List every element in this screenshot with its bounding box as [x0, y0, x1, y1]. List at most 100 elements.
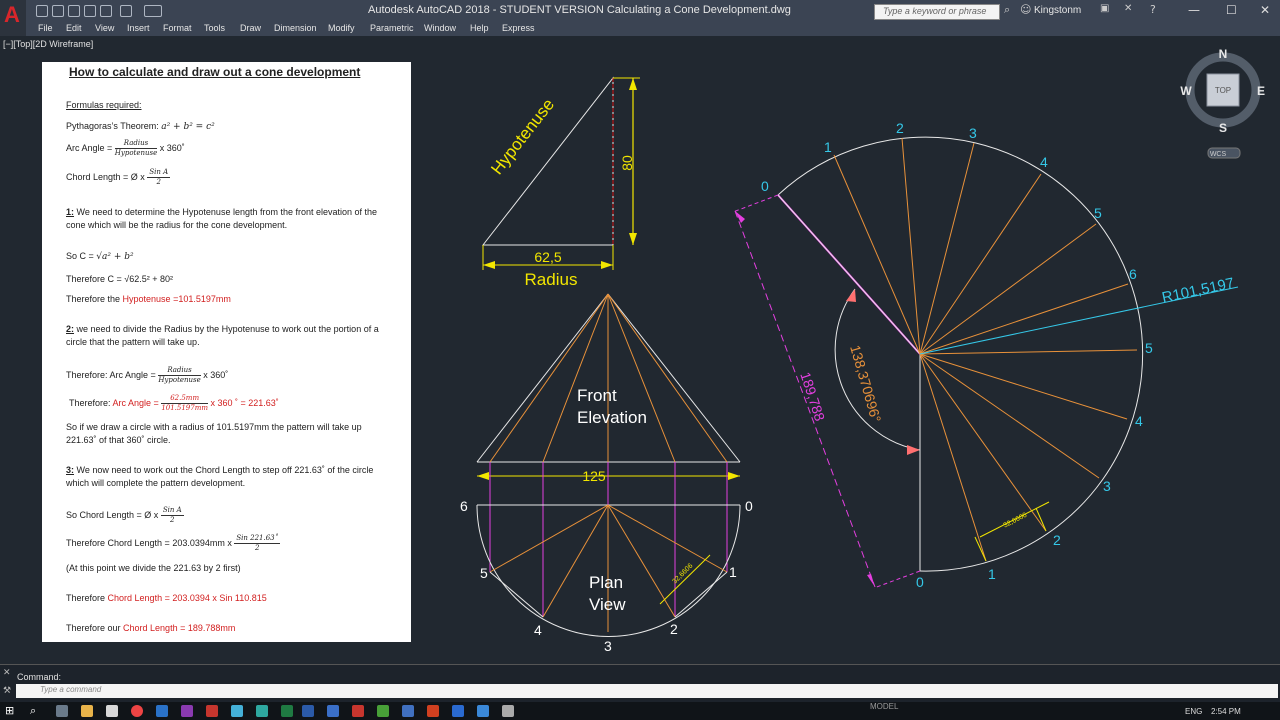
task-view-icon[interactable] — [56, 705, 68, 717]
dev-point-4b: 4 — [1135, 413, 1143, 429]
app2-icon[interactable] — [231, 705, 243, 717]
dev-point-0-top: 0 — [761, 178, 769, 194]
dev-angle-dim: 138,370696° — [847, 343, 884, 424]
plan-point-3: 3 — [604, 638, 612, 654]
dev-point-1b: 1 — [988, 566, 996, 582]
therefore-arc2-den: 101.5197mm — [161, 404, 208, 412]
dev-point-5b: 5 — [1145, 340, 1153, 356]
embedded-document[interactable]: How to calculate and draw out a cone dev… — [42, 62, 411, 642]
therefore-arc2-num: 62.5mm — [161, 394, 208, 404]
so-line-2: 221.63˚ of that 360˚ circle. — [66, 435, 171, 445]
dev-point-2: 2 — [896, 120, 904, 136]
front-label-2: Elevation — [577, 408, 647, 427]
therefore-hyp-label: Therefore the — [66, 294, 123, 304]
command-customize-icon[interactable]: ⚒ — [3, 686, 11, 696]
taskbar: ⊞ ⌕ ENG 2:54 PM — [0, 702, 1280, 720]
app10-icon[interactable] — [502, 705, 514, 717]
step-3-line-1: We now need to work out the Chord Length… — [74, 465, 374, 475]
autocad-taskbar-icon[interactable] — [206, 705, 218, 717]
app7-icon[interactable] — [427, 705, 439, 717]
plan-label-2: View — [589, 595, 626, 614]
hypotenuse-label: Hypotenuse — [487, 95, 558, 178]
compass-n[interactable]: N — [1219, 47, 1228, 61]
therefore-arc-den: Hypotenuse — [158, 376, 201, 384]
compass-e[interactable]: E — [1257, 84, 1265, 98]
chord-numerator: Sin A — [147, 168, 171, 178]
doc-title: How to calculate and draw out a cone dev… — [69, 65, 361, 79]
viewcube-top[interactable]: TOP — [1215, 86, 1231, 95]
triangle-diagram: 80 Hypotenuse 62,5 Radius — [481, 76, 640, 289]
app5-icon[interactable] — [377, 705, 389, 717]
compass-s[interactable]: S — [1219, 121, 1227, 135]
so-chord-den: 2 — [169, 516, 175, 524]
pythagoras-formula: a² + b² = c² — [161, 122, 215, 132]
therefore-arc-label: Therefore: Arc Angle = — [66, 369, 159, 380]
plan-point-2: 2 — [670, 621, 678, 637]
step-1-number: 1: — [66, 207, 75, 217]
chord-length-result: Chord Length = 189.788mm — [123, 623, 236, 633]
dev-point-3b: 3 — [1103, 478, 1111, 494]
dim-diameter: 125 — [582, 468, 606, 484]
dev-point-6: 6 — [1129, 266, 1137, 282]
plan-point-4: 4 — [534, 622, 542, 638]
wcs-label: WCS — [1210, 151, 1227, 158]
hypotenuse-result: Hypotenuse =101.5197mm — [122, 294, 231, 304]
search-icon[interactable]: ⌕ — [30, 704, 36, 718]
compass-w[interactable]: W — [1180, 84, 1192, 98]
therefore-chord-num: Sin 221.63˚ — [234, 534, 281, 544]
plan-view: 32,6606 Plan View 6 0 5 1 4 2 3 — [460, 498, 753, 654]
app9-icon[interactable] — [477, 705, 489, 717]
word-icon[interactable] — [302, 705, 314, 717]
at-this-point: (At this point we divide the 221.63 by 2… — [66, 563, 241, 573]
chord-label: Chord Length = Ø x — [66, 171, 148, 182]
pythagoras-label: Pythagoras’s Theorem: — [66, 121, 162, 131]
therefore-arc-tail: x 360˚ — [200, 369, 229, 380]
autocad-active-icon[interactable] — [352, 705, 364, 717]
language-indicator[interactable]: ENG — [1185, 707, 1202, 716]
clock[interactable]: 2:54 PM — [1211, 707, 1241, 716]
step-3-number: 3: — [66, 465, 75, 475]
soc-label: So C = — [66, 251, 97, 261]
app6-icon[interactable] — [402, 705, 414, 717]
dev-point-1: 1 — [824, 139, 832, 155]
therefore-arc-num: Radius — [158, 366, 201, 376]
command-input[interactable]: Type a command — [16, 684, 1278, 698]
app-icon[interactable] — [106, 705, 118, 717]
file-explorer-icon[interactable] — [81, 705, 93, 717]
dev-chord-dim: 189,788 — [797, 370, 828, 423]
therefore-arc2-red: Arc Angle = — [112, 397, 162, 408]
plan-label-1: Plan — [589, 573, 623, 592]
formulas-heading: Formulas required: — [66, 100, 142, 110]
app8-icon[interactable] — [452, 705, 464, 717]
chrome-icon[interactable] — [131, 705, 143, 717]
front-label-1: Front — [577, 386, 617, 405]
windows-start-icon[interactable]: ⊞ — [5, 704, 14, 717]
outlook-icon[interactable] — [156, 705, 168, 717]
so-line-1: So if we draw a circle with a radius of … — [66, 422, 362, 432]
arc-angle-tail: x 360˚ — [157, 142, 185, 153]
step-2-line-1: we need to divide the Radius by the Hypo… — [74, 324, 379, 334]
excel-icon[interactable] — [281, 705, 293, 717]
soc-formula: √a² + b² — [96, 252, 134, 262]
arc-denominator: Hypotenuse — [114, 149, 158, 157]
radius-label: Radius — [525, 270, 578, 289]
onenote-icon[interactable] — [181, 705, 193, 717]
dim-radius: 62,5 — [534, 249, 561, 265]
plan-point-0: 0 — [745, 498, 753, 514]
therefore-chord2-red: Chord Length = 203.0394 x Sin 110.815 — [107, 593, 267, 603]
arc-angle-label: Arc Angle = — [66, 142, 115, 153]
model-tab[interactable]: MODEL — [870, 702, 898, 711]
therefore-chord2-label: Therefore — [66, 593, 108, 603]
chord-denominator: 2 — [156, 178, 161, 186]
app4-icon[interactable] — [327, 705, 339, 717]
plan-point-1: 1 — [729, 564, 737, 580]
app3-icon[interactable] — [256, 705, 268, 717]
so-chord-label: So Chord Length = Ø x — [66, 509, 161, 520]
viewcube[interactable]: TOP N S E W WCS — [1180, 47, 1265, 159]
dev-radius-dim: R101,5197 — [1160, 275, 1235, 307]
therefore-chord-label: Therefore Chord Length = 203.0394mm x — [66, 537, 235, 548]
dev-point-0b: 0 — [916, 574, 924, 590]
dev-point-4: 4 — [1040, 154, 1048, 170]
therefore-arc2-tail: x 360 ˚ = 221.63˚ — [208, 397, 279, 408]
command-close-icon[interactable]: ✕ — [3, 668, 11, 678]
